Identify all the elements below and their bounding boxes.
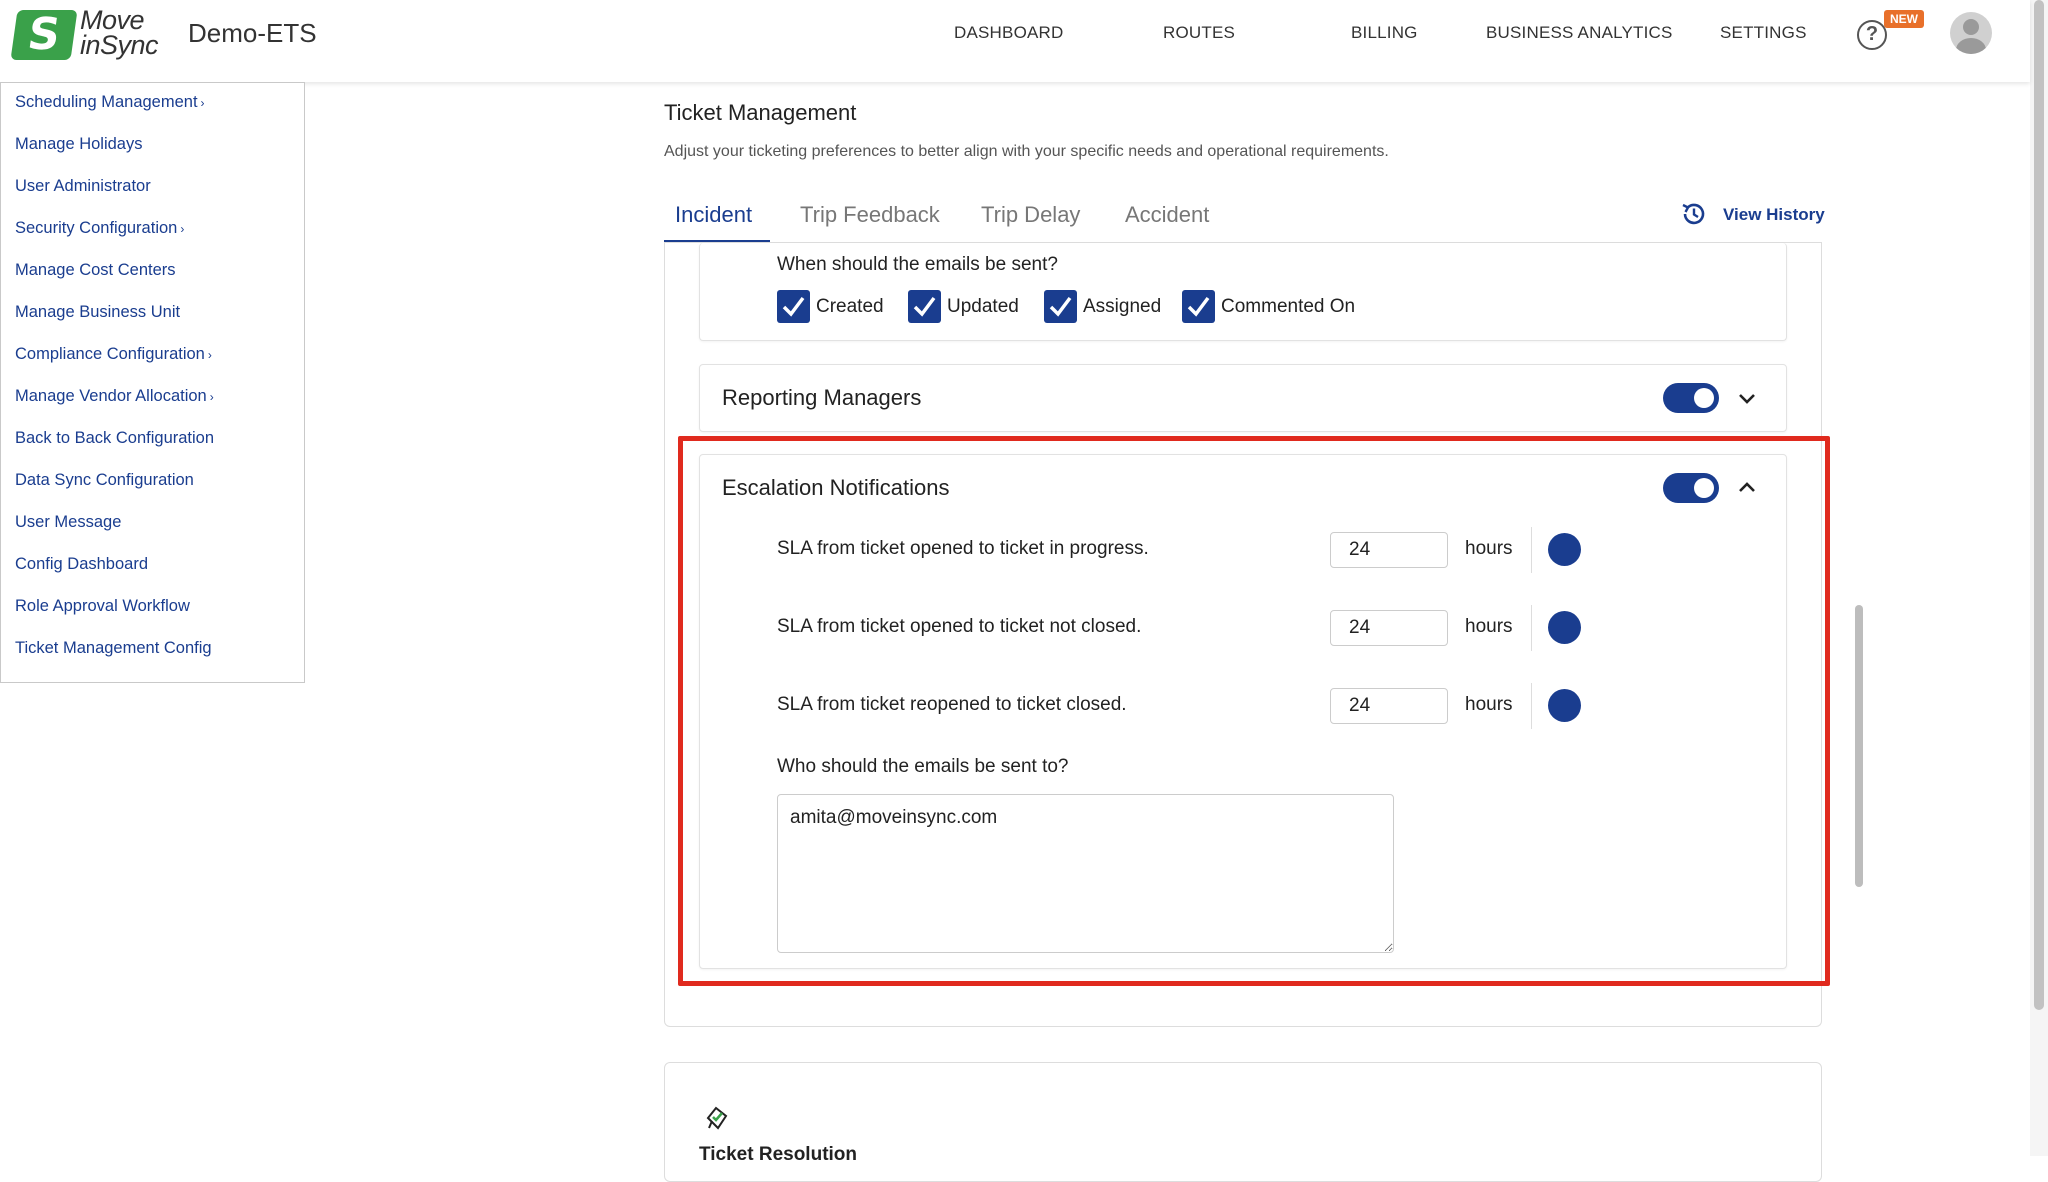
menu-item-config-dashboard[interactable]: Config Dashboard: [15, 555, 148, 574]
menu-item-data-sync-configuration[interactable]: Data Sync Configuration: [15, 471, 194, 490]
reporting-managers-toggle[interactable]: [1663, 383, 1719, 413]
menu-item-label: Config Dashboard: [15, 555, 148, 573]
checkbox-assigned[interactable]: [1044, 290, 1077, 323]
menu-item-label: User Message: [15, 513, 122, 531]
page-scrollbar-thumb[interactable]: [2034, 0, 2044, 1010]
menu-item-back-to-back-configuration[interactable]: Back to Back Configuration: [15, 429, 214, 448]
chevron-down-icon[interactable]: [1737, 388, 1757, 408]
help-icon[interactable]: ?: [1857, 20, 1887, 50]
logo-text: Move inSync: [80, 7, 159, 60]
toggle-knob: [1694, 388, 1714, 408]
menu-item-label: Compliance Configuration: [15, 345, 205, 363]
menu-item-manage-holidays[interactable]: Manage Holidays: [15, 135, 143, 154]
settings-dropdown-menu: Scheduling Management › Manage Holidays U…: [0, 82, 305, 683]
menu-item-label: Ticket Management Config: [15, 639, 212, 657]
submenu-chevron-icon: ›: [200, 96, 205, 110]
menu-item-label: Security Configuration: [15, 219, 178, 237]
menu-item-user-message[interactable]: User Message: [15, 513, 121, 532]
menu-item-manage-vendor-allocation[interactable]: Manage Vendor Allocation ›: [15, 387, 214, 406]
email-timing-question: When should the emails be sent?: [777, 254, 1058, 275]
ticket-icon: [706, 1106, 728, 1130]
checkbox-commented-on-label: Commented On: [1221, 296, 1356, 317]
submenu-chevron-icon: ›: [180, 222, 185, 236]
top-header: S Move inSync Demo-ETS DASHBOARD ROUTES …: [0, 0, 2030, 82]
history-icon[interactable]: [1680, 200, 1708, 228]
tab-trip-delay[interactable]: Trip Delay: [981, 202, 1080, 228]
menu-item-label: Manage Business Unit: [15, 303, 181, 321]
sla-in-progress-toggle[interactable]: [1548, 533, 1581, 566]
submenu-chevron-icon: ›: [207, 348, 212, 362]
nav-routes[interactable]: ROUTES: [1163, 23, 1235, 43]
menu-item-label: Role Approval Workflow: [15, 597, 190, 615]
submenu-chevron-icon: ›: [209, 390, 214, 404]
sla-not-closed-toggle[interactable]: [1548, 611, 1581, 644]
avatar-head: [1963, 19, 1979, 35]
checkbox-created[interactable]: [777, 290, 810, 323]
nav-settings[interactable]: SETTINGS: [1720, 23, 1807, 43]
checkbox-check-icon: [913, 296, 936, 317]
page-description: Adjust your ticketing preferences to bet…: [664, 143, 1389, 160]
checkbox-updated[interactable]: [908, 290, 941, 323]
view-history-link[interactable]: View History: [1723, 205, 1825, 225]
checkbox-updated-label: Updated: [947, 296, 1019, 317]
sla-in-progress-label: SLA from ticket opened to ticket in prog…: [777, 538, 1149, 559]
logo-icon: S: [10, 9, 78, 60]
escalation-notifications-toggle[interactable]: [1663, 473, 1719, 503]
menu-item-manage-business-unit[interactable]: Manage Business Unit: [15, 303, 180, 322]
checkbox-assigned-label: Assigned: [1083, 296, 1162, 317]
toggle-knob: [1694, 478, 1714, 498]
divider: [1531, 527, 1532, 573]
sla-reopened-label: SLA from ticket reopened to ticket close…: [777, 694, 1127, 715]
checkbox-check-icon: [782, 296, 805, 317]
tab-accident[interactable]: Accident: [1125, 202, 1209, 228]
checkbox-check-icon: [1187, 296, 1210, 317]
menu-item-ticket-management-config[interactable]: Ticket Management Config: [15, 639, 212, 658]
sla-reopened-toggle[interactable]: [1548, 689, 1581, 722]
checkbox-commented-on[interactable]: [1182, 290, 1215, 323]
checkbox-check-icon: [1049, 296, 1072, 317]
menu-item-role-approval-workflow[interactable]: Role Approval Workflow: [15, 597, 190, 616]
menu-item-label: Data Sync Configuration: [15, 471, 194, 489]
logo-mark: S: [24, 9, 64, 60]
sla-not-closed-input[interactable]: [1330, 610, 1448, 646]
app-name: Demo-ETS: [188, 18, 317, 48]
tab-trip-feedback[interactable]: Trip Feedback: [800, 202, 940, 228]
panel-scrollbar[interactable]: [1855, 605, 1863, 887]
menu-item-label: Back to Back Configuration: [15, 429, 215, 447]
sla-in-progress-input[interactable]: [1330, 532, 1448, 568]
menu-item-label: Manage Holidays: [15, 135, 143, 153]
nav-billing[interactable]: BILLING: [1351, 23, 1418, 43]
avatar-body: [1956, 38, 1986, 54]
avatar-icon[interactable]: [1950, 12, 1992, 54]
menu-item-compliance-configuration[interactable]: Compliance Configuration ›: [15, 345, 212, 364]
menu-item-label: User Administrator: [15, 177, 151, 195]
sla-not-closed-label: SLA from ticket opened to ticket not clo…: [777, 616, 1142, 637]
divider: [1531, 683, 1532, 729]
menu-item-label: Scheduling Management: [15, 93, 198, 111]
logo-line2: inSync: [80, 30, 159, 60]
nav-dashboard[interactable]: DASHBOARD: [954, 23, 1064, 43]
ticket-resolution-title: Ticket Resolution: [699, 1144, 858, 1165]
sla-not-closed-unit: hours: [1465, 616, 1513, 637]
sla-reopened-unit: hours: [1465, 694, 1513, 715]
menu-item-security-configuration[interactable]: Security Configuration ›: [15, 219, 184, 238]
nav-business-analytics[interactable]: BUSINESS ANALYTICS: [1486, 23, 1673, 43]
menu-item-manage-cost-centers[interactable]: Manage Cost Centers: [15, 261, 176, 280]
menu-item-label: Manage Cost Centers: [15, 261, 176, 279]
menu-item-scheduling-management[interactable]: Scheduling Management ›: [15, 93, 205, 112]
sla-reopened-input[interactable]: [1330, 688, 1448, 724]
divider: [1531, 605, 1532, 651]
new-badge: NEW: [1884, 10, 1924, 28]
checkbox-created-label: Created: [816, 296, 884, 317]
escalation-notifications-title: Escalation Notifications: [722, 475, 950, 500]
menu-item-label: Manage Vendor Allocation: [15, 387, 207, 405]
chevron-up-icon[interactable]: [1737, 478, 1757, 498]
sla-in-progress-unit: hours: [1465, 538, 1513, 559]
page-title: Ticket Management: [664, 100, 857, 125]
recipients-question: Who should the emails be sent to?: [777, 756, 1069, 777]
reporting-managers-title: Reporting Managers: [722, 385, 922, 410]
tab-incident[interactable]: Incident: [675, 202, 752, 228]
recipients-textarea[interactable]: amita@moveinsync.com: [777, 794, 1394, 953]
menu-item-user-administrator[interactable]: User Administrator: [15, 177, 151, 196]
